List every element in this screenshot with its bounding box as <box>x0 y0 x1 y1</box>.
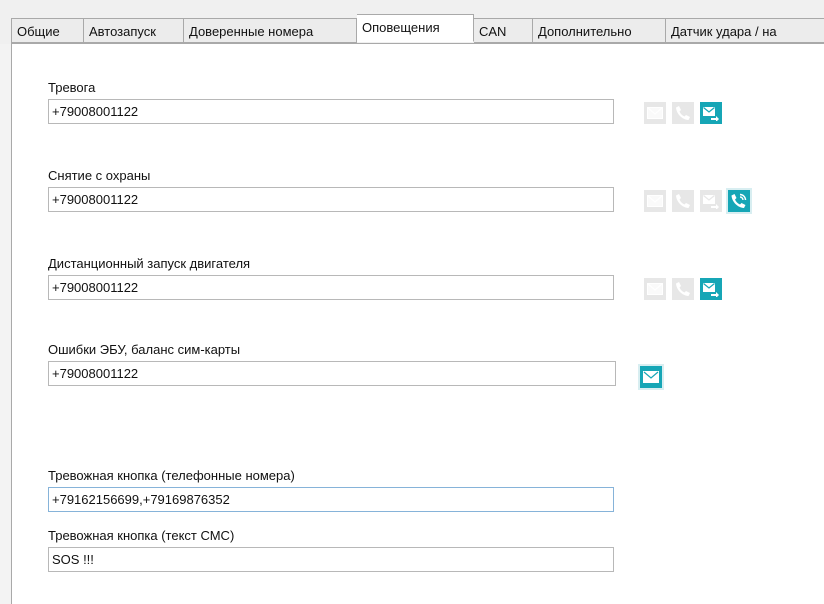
tab-can[interactable]: CAN <box>474 18 533 43</box>
tab-strip: Общие Автозапуск Доверенные номера Опове… <box>11 14 824 43</box>
panic-phones-label: Тревожная кнопка (телефонные номера) <box>48 468 295 483</box>
sms-forward-icon[interactable] <box>700 278 722 300</box>
ecu-errors-icons <box>640 366 662 388</box>
panic-phones-field[interactable]: +79162156699,+79169876352 <box>48 487 614 512</box>
remote-start-label: Дистанционный запуск двигателя <box>48 256 251 271</box>
alarm-label: Тревога <box>48 80 96 95</box>
disarm-number-field[interactable]: +79008001122 <box>48 187 614 212</box>
alarm-number-field[interactable]: +79008001122 <box>48 99 614 124</box>
call-ring-icon[interactable] <box>728 190 750 212</box>
disarm-icons <box>644 190 750 212</box>
tab-shock-sensor[interactable]: Датчик удара / на <box>666 18 824 43</box>
panic-sms-label: Тревожная кнопка (текст СМС) <box>48 528 235 543</box>
tab-additional[interactable]: Дополнительно <box>533 18 666 43</box>
tab-autostart[interactable]: Автозапуск <box>84 18 184 43</box>
call-icon[interactable] <box>672 190 694 212</box>
notifications-panel: Тревога +79008001122 Снятие с охраны +79… <box>11 43 824 604</box>
call-icon[interactable] <box>672 102 694 124</box>
remote-start-number-field[interactable]: +79008001122 <box>48 275 614 300</box>
panic-sms-field[interactable]: SOS !!! <box>48 547 614 572</box>
sms-icon[interactable] <box>644 102 666 124</box>
tab-bar: Общие Автозапуск Доверенные номера Опове… <box>0 0 824 44</box>
disarm-label: Снятие с охраны <box>48 168 151 183</box>
tab-notifications[interactable]: Оповещения <box>357 14 474 42</box>
sms-icon[interactable] <box>644 278 666 300</box>
ecu-errors-label: Ошибки ЭБУ, баланс сим-карты <box>48 342 241 357</box>
sms-forward-icon[interactable] <box>700 102 722 124</box>
tab-general[interactable]: Общие <box>11 18 84 43</box>
call-icon[interactable] <box>672 278 694 300</box>
sms-icon[interactable] <box>644 190 666 212</box>
tab-trusted-numbers[interactable]: Доверенные номера <box>184 18 357 43</box>
ecu-errors-number-field[interactable]: +79008001122 <box>48 361 616 386</box>
sms-icon[interactable] <box>640 366 662 388</box>
remote-start-icons <box>644 278 722 300</box>
alarm-icons <box>644 102 722 124</box>
sms-forward-icon[interactable] <box>700 190 722 212</box>
